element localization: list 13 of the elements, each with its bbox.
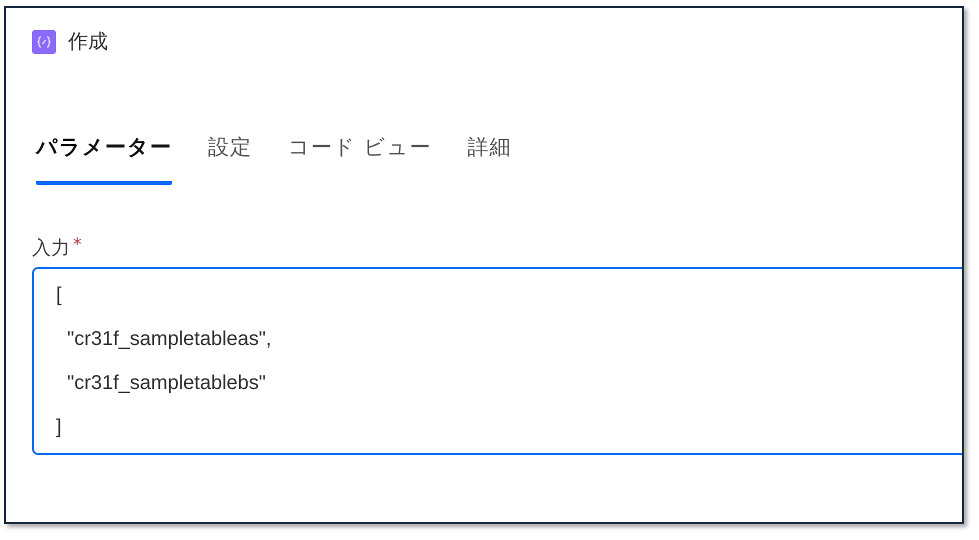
required-mark: *: [73, 235, 82, 255]
tab[interactable]: コード ビュー: [288, 133, 432, 185]
tab[interactable]: パラメーター: [36, 133, 172, 185]
tab[interactable]: 詳細: [468, 133, 512, 185]
code-line: "cr31f_sampletablebs": [66, 371, 267, 396]
code-line: [: [56, 283, 63, 308]
code-line: "cr31f_sampletableas",: [66, 327, 272, 352]
tab[interactable]: 設定: [208, 133, 252, 185]
code-line: ]: [56, 415, 63, 440]
field-label: 入力: [32, 236, 70, 261]
panel-title: 作成: [68, 28, 108, 55]
code-icon: [32, 30, 56, 54]
input-field[interactable]: [ "cr31f_sampletableas", "cr31f_sampletablebs" ]: [32, 267, 962, 455]
